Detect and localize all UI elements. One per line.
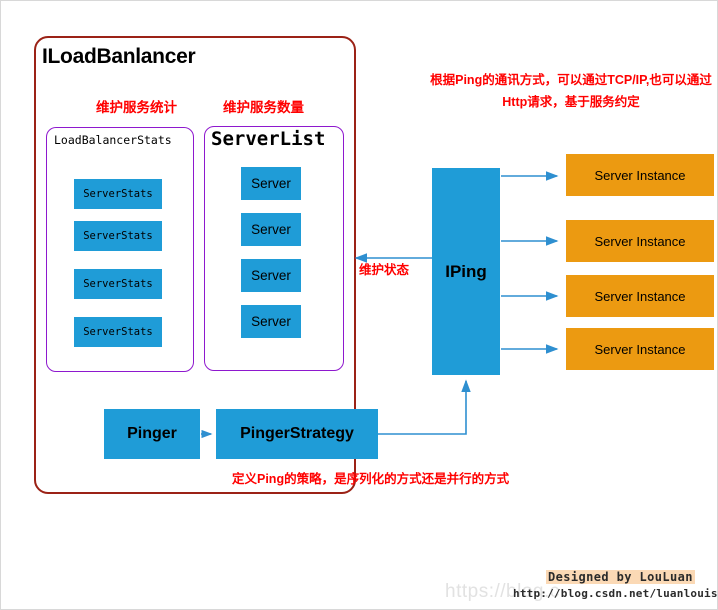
server-box: Server (241, 305, 301, 338)
server-instance-box: Server Instance (566, 328, 714, 370)
loadbalancerstats-title: LoadBalancerStats (54, 133, 172, 147)
arrow-strategy-to-iping (378, 379, 471, 435)
label-ping-note: 根据Ping的通讯方式，可以通过TCP/IP,也可以通过Http请求，基于服务约… (430, 73, 712, 109)
pingerstrategy-box: PingerStrategy (216, 409, 378, 459)
label-maintain-state: 维护状态 (359, 263, 410, 277)
signature-url: http://blog.csdn.net/luanlouis (513, 587, 718, 600)
server-instance-box: Server Instance (566, 154, 714, 196)
server-instance-box: Server Instance (566, 275, 714, 317)
diagram-canvas: ILoadBanlancer 维护服务统计 维护服务数量 LoadBalance… (0, 0, 718, 610)
iping-box: IPing (432, 168, 500, 375)
serverstats-box: ServerStats (74, 179, 162, 209)
label-maintain-count: 维护服务数量 (223, 100, 304, 115)
label-strategy-note: 定义Ping的策略，是序列化的方式还是并行的方式 (232, 472, 510, 486)
pinger-box: Pinger (104, 409, 200, 459)
label-maintain-stats: 维护服务统计 (96, 100, 177, 115)
serverstats-box: ServerStats (74, 269, 162, 299)
server-box: Server (241, 213, 301, 246)
serverstats-box: ServerStats (74, 317, 162, 347)
serverstats-box: ServerStats (74, 221, 162, 251)
serverlist-title: ServerList (211, 128, 326, 150)
iloadbalancer-title: ILoadBanlancer (42, 45, 196, 68)
server-instance-box: Server Instance (566, 220, 714, 262)
designed-by-signature: Designed by LouLuan (546, 570, 695, 584)
server-box: Server (241, 259, 301, 292)
server-box: Server (241, 167, 301, 200)
